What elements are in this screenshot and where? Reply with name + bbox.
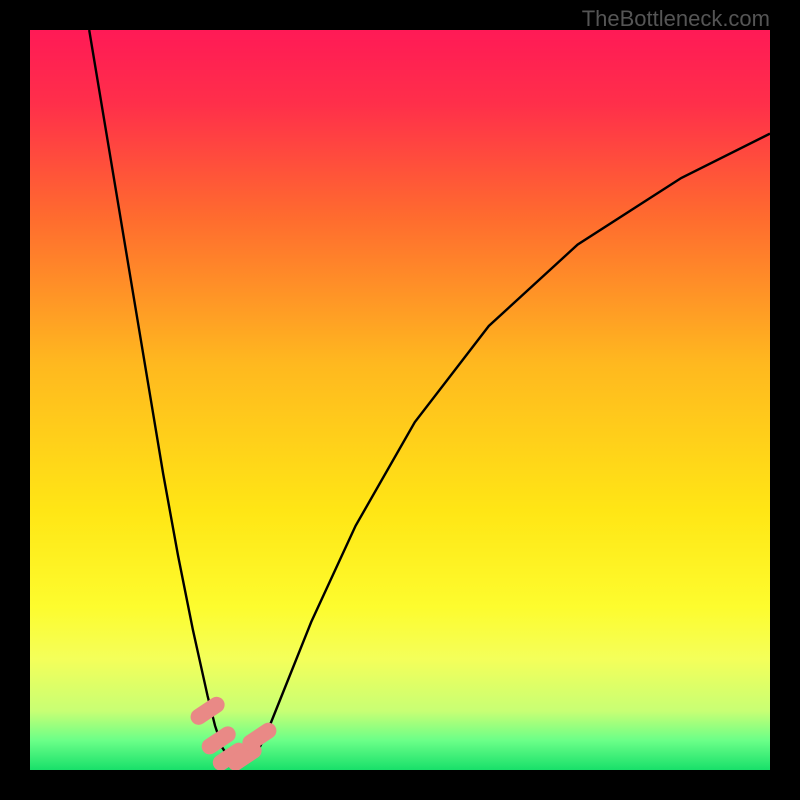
curve-marker bbox=[250, 731, 268, 743]
watermark-text: TheBottleneck.com bbox=[582, 6, 770, 32]
curve-markers bbox=[199, 705, 269, 763]
bottleneck-curve bbox=[89, 30, 770, 763]
curve-plot bbox=[30, 30, 770, 770]
curve-marker bbox=[236, 751, 254, 763]
curve-marker bbox=[210, 734, 228, 746]
curve-marker bbox=[199, 705, 217, 717]
